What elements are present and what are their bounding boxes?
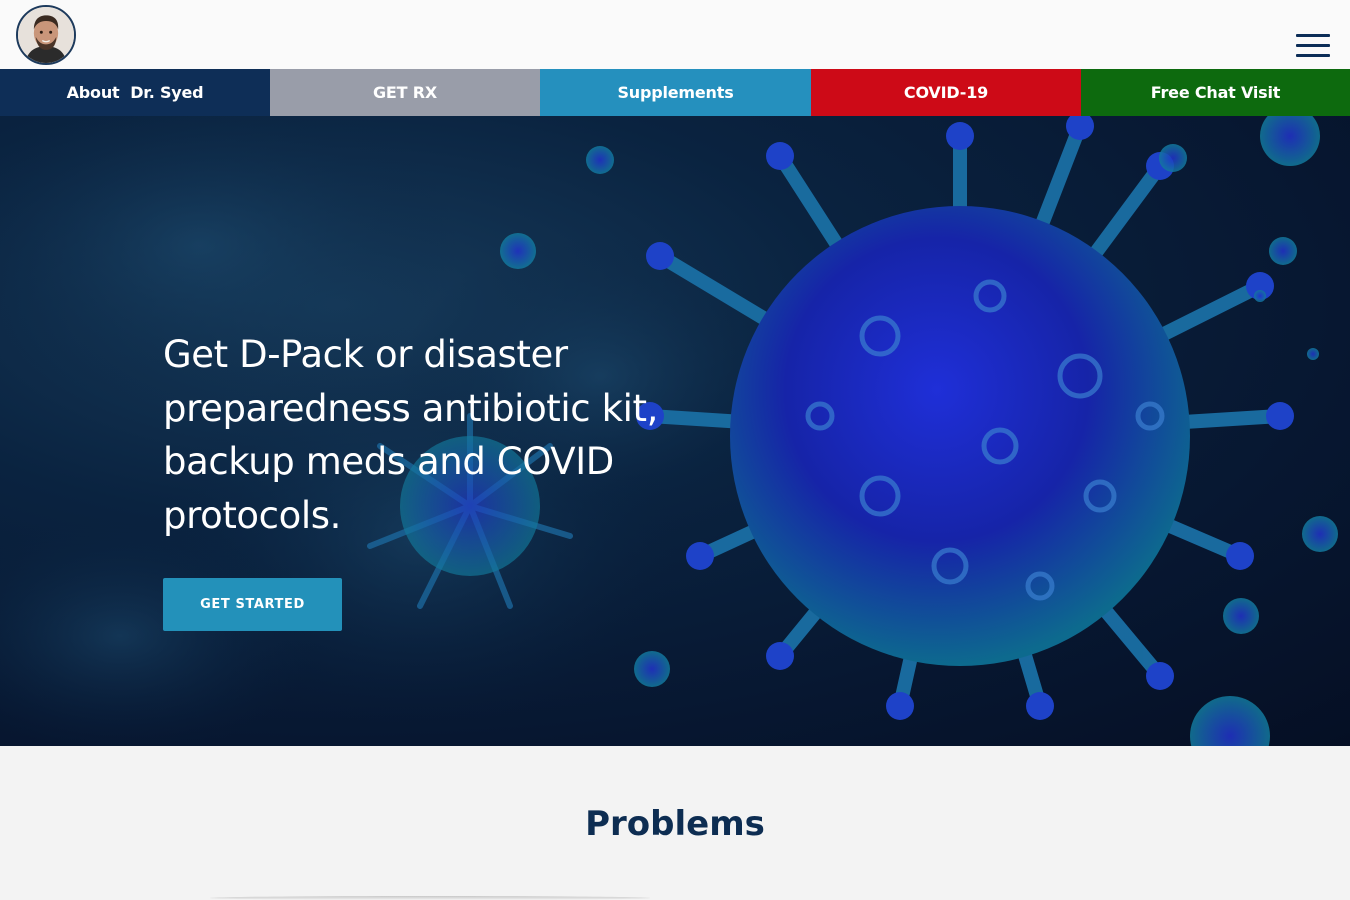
doctor-portrait-icon (18, 7, 74, 63)
problems-title: Problems (585, 804, 765, 844)
get-started-button[interactable]: GET STARTED (163, 578, 342, 631)
hamburger-menu-icon[interactable] (1296, 34, 1330, 58)
nav-item-get-rx[interactable]: GET RX (270, 69, 540, 116)
main-nav: About Dr. Syed GET RX Supplements COVID-… (0, 69, 1350, 116)
nav-item-free-chat-visit[interactable]: Free Chat Visit (1081, 69, 1350, 116)
nav-item-covid-19[interactable]: COVID-19 (811, 69, 1081, 116)
hero-headline: Get D-Pack or disaster preparedness anti… (163, 333, 658, 537)
site-header (0, 0, 1350, 69)
doctor-avatar[interactable] (16, 5, 76, 65)
hero-section: Get D-Pack or disaster preparedness anti… (0, 116, 1350, 746)
nav-item-supplements[interactable]: Supplements (540, 69, 811, 116)
problem-card (210, 896, 650, 900)
nav-item-about[interactable]: About Dr. Syed (0, 69, 270, 116)
